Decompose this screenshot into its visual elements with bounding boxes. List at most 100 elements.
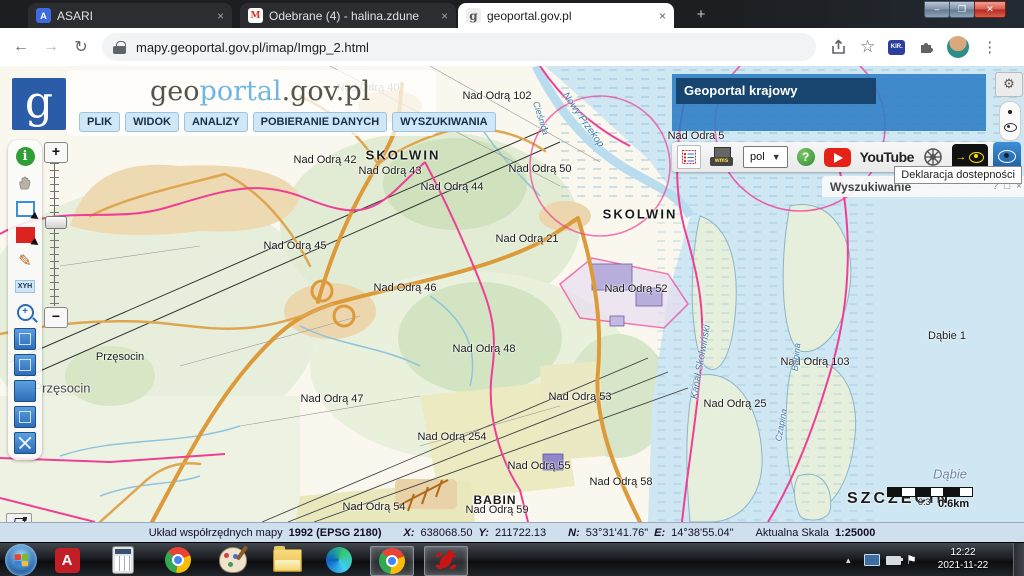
address-bar[interactable]: mapy.geoportal.gov.pl/imap/Imgp_2.html xyxy=(102,33,816,61)
screen: { "browser": { "tabs": [ {"label": "ASAR… xyxy=(0,0,1024,576)
help-button[interactable]: ? xyxy=(797,148,815,166)
share-icon[interactable] xyxy=(830,39,847,56)
pan-tool[interactable] xyxy=(14,172,36,193)
window-minimize-button[interactable]: – xyxy=(924,1,950,18)
wms-button[interactable]: wms xyxy=(710,147,734,167)
menu-wyszukiwania[interactable]: WYSZUKIWANIA xyxy=(392,112,495,132)
clock-date: 2021-11-22 xyxy=(928,559,998,572)
map-tool-blue-1[interactable] xyxy=(14,328,36,349)
taskbar-acrobat[interactable]: A xyxy=(52,546,82,574)
zoom-rectangle-tool[interactable]: + xyxy=(14,302,36,323)
browser-menu-icon[interactable]: ⋮ xyxy=(982,38,997,56)
tab-geoportal[interactable]: g geoportal.gov.pl × xyxy=(458,3,674,28)
map-status-bar: Układ współrzędnych mapy 1992 (EPSG 2180… xyxy=(0,522,1024,543)
e-label: E: xyxy=(654,527,665,539)
map-tool-panel: i ✎ XYH + xyxy=(8,140,42,460)
reload-icon[interactable]: ↻ xyxy=(66,37,96,57)
map-label: Nad Odrą 46 xyxy=(374,282,437,294)
zoom-in-button[interactable]: + xyxy=(44,142,68,163)
contrast-size-controls[interactable] xyxy=(999,101,1021,141)
map-label: Nad Odrą 53 xyxy=(549,391,612,403)
forward-icon[interactable]: → xyxy=(36,38,66,56)
window-maximize-button[interactable]: ❐ xyxy=(949,1,975,18)
y-label: Y: xyxy=(479,527,489,539)
taskbar-paint[interactable] xyxy=(218,546,248,574)
zoom-out-button[interactable]: − xyxy=(44,307,68,328)
tray-action-center-icon[interactable]: ⚑ xyxy=(906,543,917,576)
blue-tool-icon xyxy=(14,354,36,376)
title-portal: portal xyxy=(200,76,282,107)
language-value: pol xyxy=(750,151,765,163)
extensions-puzzle-icon[interactable] xyxy=(918,39,934,55)
small-eye-icon xyxy=(1004,123,1017,132)
map-label: Nad Odrą 58 xyxy=(590,476,653,488)
menu-analizy[interactable]: ANALIZY xyxy=(184,112,248,132)
tab-close-icon[interactable]: × xyxy=(441,9,448,23)
zoom-slider-handle[interactable] xyxy=(45,216,67,229)
map-label: Dąbie 1 xyxy=(928,330,966,342)
windows-taskbar: A ▴ ⚑ 12:22 2021-11-22 xyxy=(0,542,1024,576)
acrobat-icon: A xyxy=(55,548,80,573)
coordinates-tool[interactable]: XYH xyxy=(14,276,36,297)
taskbar-clock[interactable]: 12:22 2021-11-22 xyxy=(928,546,998,572)
profile-avatar[interactable] xyxy=(947,36,969,58)
map-tool-blue-5[interactable] xyxy=(14,432,36,453)
youtube-play-icon[interactable] xyxy=(824,148,851,167)
zoom-slider-track[interactable] xyxy=(50,163,59,306)
chrome-icon xyxy=(165,547,191,573)
taskbar-chrome-active[interactable] xyxy=(370,546,414,576)
legend-button[interactable] xyxy=(677,145,701,169)
tray-network-icon[interactable] xyxy=(864,543,880,576)
draw-tool[interactable]: ✎ xyxy=(14,250,36,271)
taskbar-explorer[interactable] xyxy=(272,546,302,574)
map-tool-blue-3[interactable] xyxy=(14,380,36,401)
show-desktop-button[interactable] xyxy=(1013,543,1024,576)
language-select[interactable]: pol ▼ xyxy=(743,146,788,168)
taskbar-ewmapa[interactable] xyxy=(424,546,468,576)
tab-gmail[interactable]: M Odebrane (4) - halina.zdunek@i × xyxy=(240,3,456,28)
window-close-button[interactable]: ✕ xyxy=(974,1,1006,18)
geoportal-logo[interactable]: g xyxy=(12,78,66,130)
taskbar-edge[interactable] xyxy=(324,546,354,574)
map-label: Nad Odrą 52 xyxy=(605,283,668,295)
taskbar-calculator[interactable] xyxy=(108,546,138,574)
kir-extension-icon[interactable]: KIR. xyxy=(888,40,905,55)
crs-value: 1992 (EPSG 2180) xyxy=(289,527,382,539)
settings-gear-button[interactable]: ⚙ xyxy=(995,72,1023,97)
x-label: X: xyxy=(404,527,415,539)
back-icon[interactable]: ← xyxy=(6,38,36,56)
menu-widok[interactable]: WIDOK xyxy=(125,112,179,132)
url-text[interactable]: mapy.geoportal.gov.pl/imap/Imgp_2.html xyxy=(136,40,369,55)
map-label: Nad Odrą 25 xyxy=(704,398,767,410)
identify-tool[interactable]: i xyxy=(14,146,36,167)
start-button[interactable] xyxy=(5,544,37,576)
select-rectangle-tool[interactable] xyxy=(14,198,36,219)
map-label: Nad Odrą 48 xyxy=(453,343,516,355)
tab-close-icon[interactable]: × xyxy=(217,9,224,23)
bookmark-star-icon[interactable]: ☆ xyxy=(860,37,875,57)
tray-battery-icon[interactable] xyxy=(886,543,901,576)
map-tool-blue-2[interactable] xyxy=(14,354,36,375)
menu-plik[interactable]: PLIK xyxy=(79,112,120,132)
map-label: Nad Odrą 102 xyxy=(462,90,531,102)
contrast-eye-icon xyxy=(969,152,984,163)
youtube-label[interactable]: YouTube xyxy=(860,149,914,165)
info-icon: i xyxy=(16,147,35,166)
red-gecko-icon xyxy=(433,548,459,574)
clear-selection-tool[interactable] xyxy=(14,224,36,245)
menu-pobieranie-danych[interactable]: POBIERANIE DANYCH xyxy=(253,112,388,132)
wheel-settings-button[interactable] xyxy=(923,147,943,167)
folder-icon xyxy=(273,549,302,572)
map-label: SKOLWIN xyxy=(366,148,441,163)
geoportal-title: geoportal.gov.pl xyxy=(150,76,370,107)
n-label: N: xyxy=(568,527,580,539)
map-label: Nad Odrą 254 xyxy=(417,431,486,443)
map-tool-blue-4[interactable] xyxy=(14,406,36,427)
map-scale-bar xyxy=(887,487,973,497)
taskbar-chrome[interactable] xyxy=(163,546,193,574)
new-tab-button[interactable]: + xyxy=(692,6,710,24)
lock-icon xyxy=(116,41,126,48)
tab-asari[interactable]: A ASARI × xyxy=(28,3,232,28)
tray-expand-icon[interactable]: ▴ xyxy=(846,543,851,576)
tab-close-icon[interactable]: × xyxy=(659,9,666,23)
